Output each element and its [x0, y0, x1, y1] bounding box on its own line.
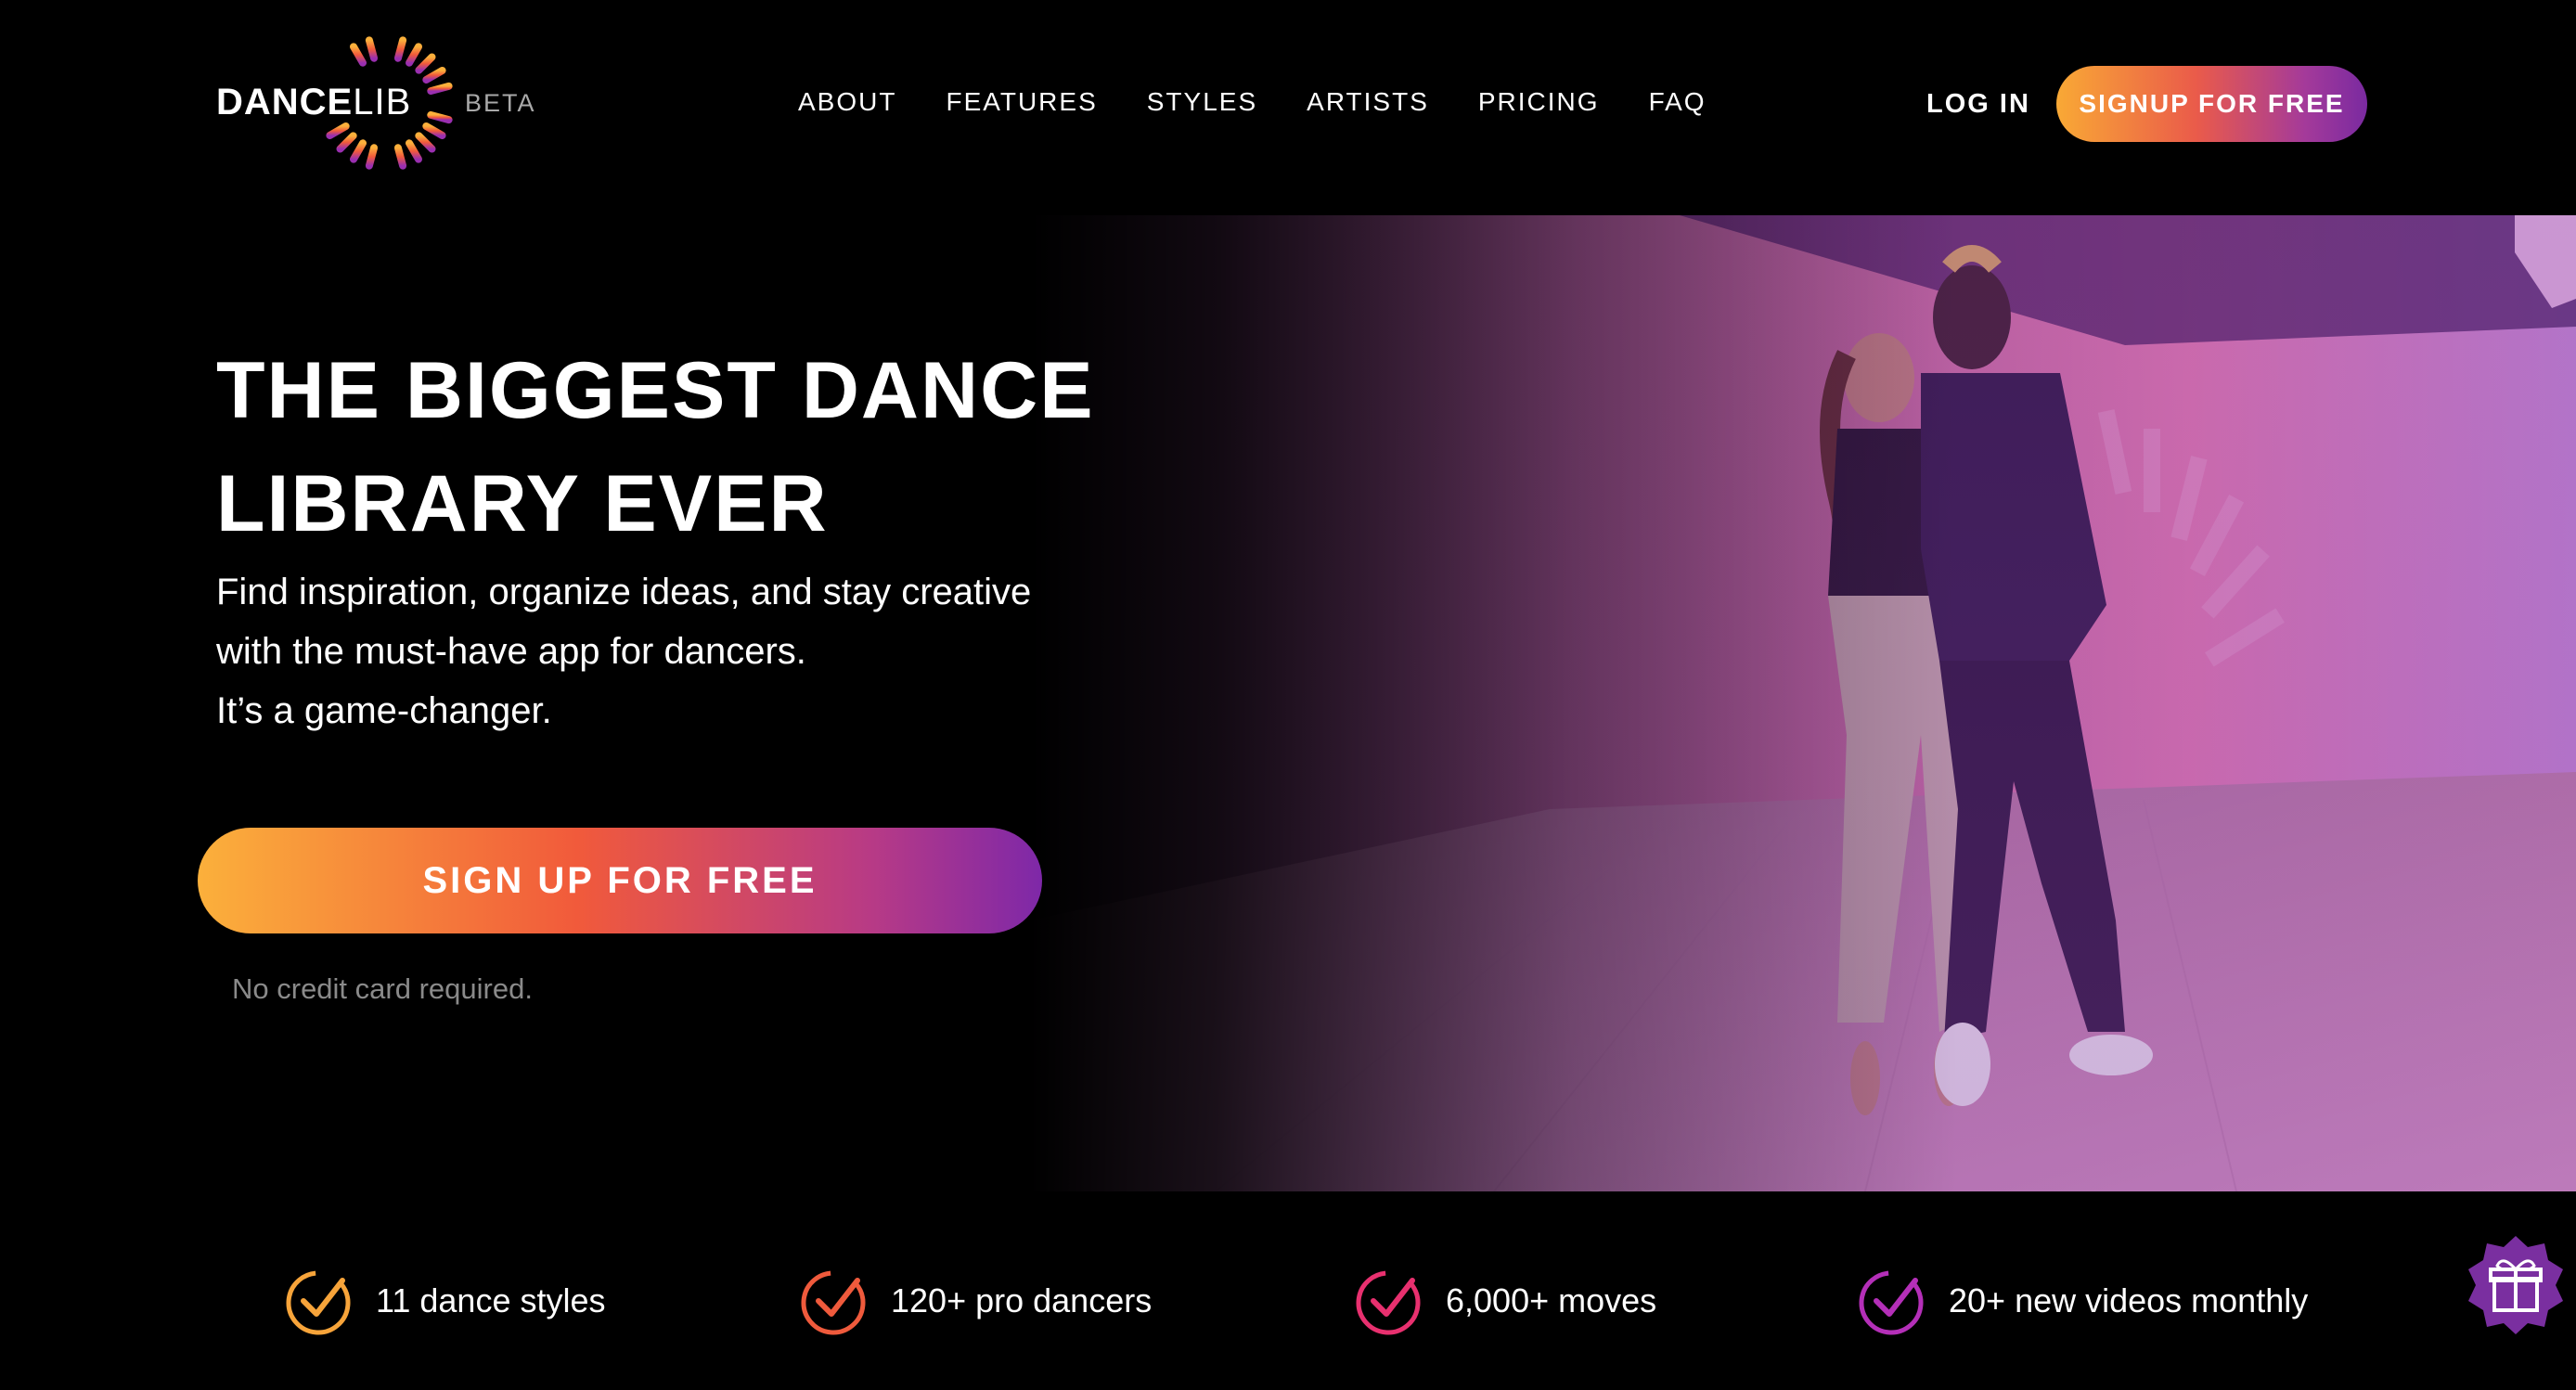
check-circle-icon: [1859, 1270, 1924, 1335]
hero-subtext-line: It’s a game-changer.: [216, 690, 552, 731]
signup-button-header[interactable]: SIGNUP FOR FREE: [2056, 66, 2367, 142]
signup-button-hero[interactable]: SIGN UP FOR FREE: [198, 828, 1042, 933]
nav-styles[interactable]: STYLES: [1147, 87, 1257, 117]
beta-badge: BETA: [465, 89, 536, 117]
main-nav: ABOUT FEATURES STYLES ARTISTS PRICING FA…: [798, 87, 1707, 117]
nav-artists[interactable]: ARTISTS: [1307, 87, 1429, 117]
feature-label: 6,000+ moves: [1446, 1281, 1657, 1319]
hero-subtext-line: Find inspiration, organize ideas, and st…: [216, 572, 1032, 612]
hero-video-image: [1030, 215, 2576, 1191]
nav-faq[interactable]: FAQ: [1649, 87, 1707, 117]
hero-headline: THE BIGGEST DANCE LIBRARY EVER: [216, 346, 1095, 548]
hero-subtext-line: with the must-have app for dancers.: [216, 631, 806, 672]
feature-item-videos: 20+ new videos monthly: [1856, 1266, 2308, 1336]
dancelib-logo[interactable]: DANCELIB BETA: [216, 33, 550, 182]
feature-item-styles: 11 dance styles: [283, 1266, 605, 1336]
feature-label: 120+ pro dancers: [891, 1281, 1153, 1319]
logo-wordmark: DANCELIB: [216, 82, 412, 122]
hero-subtext: Find inspiration, organize ideas, and st…: [216, 562, 1098, 740]
feature-item-moves: 6,000+ moves: [1353, 1266, 1656, 1336]
login-link[interactable]: LOG IN: [1926, 89, 2030, 120]
nav-pricing[interactable]: PRICING: [1478, 87, 1600, 117]
check-circle-icon: [801, 1270, 866, 1335]
feature-item-dancers: 120+ pro dancers: [798, 1266, 1152, 1336]
no-credit-card-note: No credit card required.: [232, 972, 533, 1005]
check-circle-icon: [286, 1270, 351, 1335]
feature-label: 20+ new videos monthly: [1949, 1281, 2309, 1319]
check-circle-icon: [1356, 1270, 1421, 1335]
gift-icon[interactable]: [2465, 1234, 2567, 1336]
nav-about[interactable]: ABOUT: [798, 87, 896, 117]
nav-features[interactable]: FEATURES: [946, 87, 1097, 117]
feature-label: 11 dance styles: [376, 1281, 606, 1319]
